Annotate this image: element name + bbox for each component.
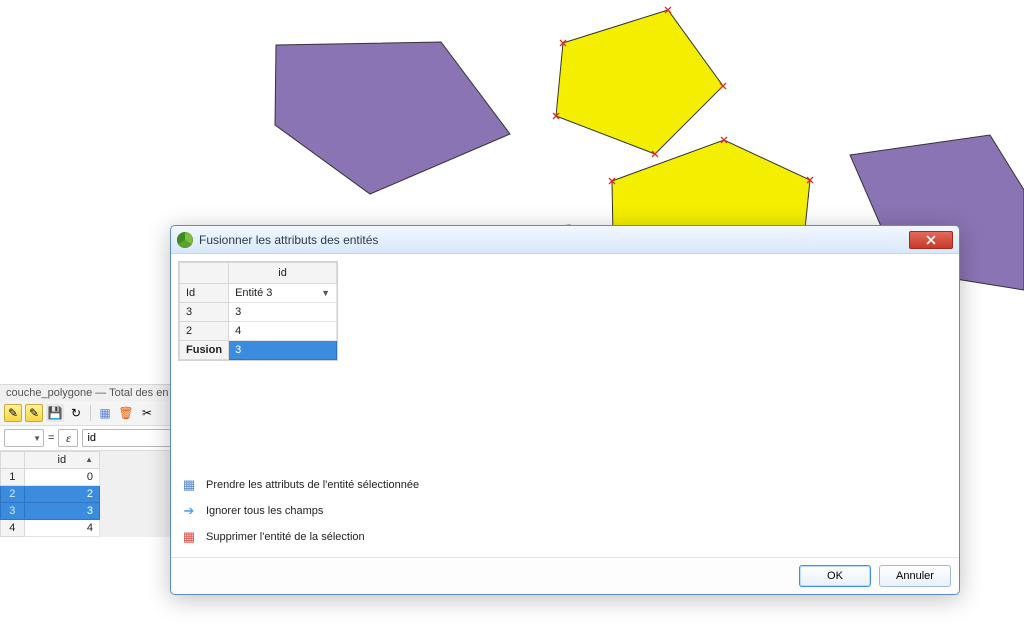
merge-id-row: Id Entité 3 ▼ — [180, 284, 337, 303]
chevron-down-icon: ▼ — [321, 288, 330, 298]
id-cell[interactable]: 3 — [24, 503, 99, 520]
row-number[interactable]: 1 — [1, 469, 25, 486]
arrow-right-icon: ➔ — [180, 502, 198, 520]
merge-row-header: 2 — [180, 322, 229, 341]
merge-id-header[interactable]: id — [229, 263, 337, 284]
row-number[interactable]: 3 — [1, 503, 25, 520]
merge-attributes-dialog: Fusionner les attributs des entités id I… — [170, 225, 960, 595]
skip-all-label: Ignorer tous les champs — [206, 505, 323, 517]
close-button[interactable] — [909, 231, 953, 249]
qgis-icon — [177, 232, 193, 248]
merge-fusion-row: Fusion 3 — [180, 341, 337, 360]
remove-entity-label: Supprimer l'entité de la sélection — [206, 531, 365, 543]
skip-all-button[interactable]: ➔ Ignorer tous les champs — [178, 498, 325, 524]
toggle-edit-button[interactable]: ✎ — [4, 404, 22, 422]
take-attributes-button[interactable]: ▦ Prendre les attributs de l'entité séle… — [178, 472, 421, 498]
multi-edit-button[interactable]: ✎ — [25, 404, 43, 422]
merge-actions: ▦ Prendre les attributs de l'entité séle… — [178, 460, 952, 550]
id-column-header[interactable]: id ▲ — [24, 452, 99, 469]
cancel-button[interactable]: Annuler — [879, 565, 951, 587]
reload-button[interactable]: ↻ — [67, 404, 85, 422]
expression-button[interactable]: ε — [58, 429, 78, 447]
dialog-title: Fusionner les attributs des entités — [199, 233, 378, 247]
table-row[interactable]: 44 — [1, 520, 100, 537]
ok-button[interactable]: OK — [799, 565, 871, 587]
take-attributes-icon: ▦ — [180, 476, 198, 494]
merge-fusion-value[interactable]: 3 — [229, 341, 337, 360]
add-feature-button[interactable]: ▦ — [96, 404, 114, 422]
merge-source-value: Entité 3 — [235, 287, 272, 299]
save-edits-button[interactable]: 💾 — [46, 404, 64, 422]
table-row[interactable]: 10 — [1, 469, 100, 486]
id-column-label: id — [58, 454, 67, 466]
chevron-down-icon: ▼ — [33, 434, 41, 443]
cut-button[interactable]: ✂ — [138, 404, 156, 422]
sort-asc-icon: ▲ — [85, 455, 93, 464]
id-cell[interactable]: 0 — [24, 469, 99, 486]
merge-row-header: 3 — [180, 303, 229, 322]
equals-label: = — [48, 432, 54, 444]
id-cell[interactable]: 4 — [24, 520, 99, 537]
toolbar-separator — [90, 405, 91, 421]
table-row[interactable]: 22 — [1, 486, 100, 503]
row-number-header — [1, 452, 25, 469]
table-row[interactable]: 33 — [1, 503, 100, 520]
delete-feature-button[interactable]: 🗑 — [117, 404, 135, 422]
merge-corner-cell — [180, 263, 229, 284]
attribute-table[interactable]: id ▲ 10223344 — [0, 451, 100, 537]
merge-source-dropdown[interactable]: Entité 3 ▼ — [229, 284, 337, 303]
dialog-button-bar: OK Annuler — [171, 557, 959, 594]
remove-entity-icon: ▦ — [180, 528, 198, 546]
merge-id-label: Id — [180, 284, 229, 303]
take-attributes-label: Prendre les attributs de l'entité sélect… — [206, 479, 419, 491]
merge-fusion-label: Fusion — [180, 341, 229, 360]
merge-row-value[interactable]: 3 — [229, 303, 337, 322]
dialog-titlebar[interactable]: Fusionner les attributs des entités — [171, 226, 959, 254]
merge-row-value[interactable]: 4 — [229, 322, 337, 341]
merge-data-row[interactable]: 33 — [180, 303, 337, 322]
remove-entity-button[interactable]: ▦ Supprimer l'entité de la sélection — [178, 524, 367, 550]
row-number[interactable]: 4 — [1, 520, 25, 537]
merge-table[interactable]: id Id Entité 3 ▼ 3324 — [178, 261, 338, 361]
id-cell[interactable]: 2 — [24, 486, 99, 503]
close-icon — [926, 235, 936, 245]
field-combo[interactable]: ▼ — [4, 429, 44, 447]
row-number[interactable]: 2 — [1, 486, 25, 503]
merge-data-row[interactable]: 24 — [180, 322, 337, 341]
